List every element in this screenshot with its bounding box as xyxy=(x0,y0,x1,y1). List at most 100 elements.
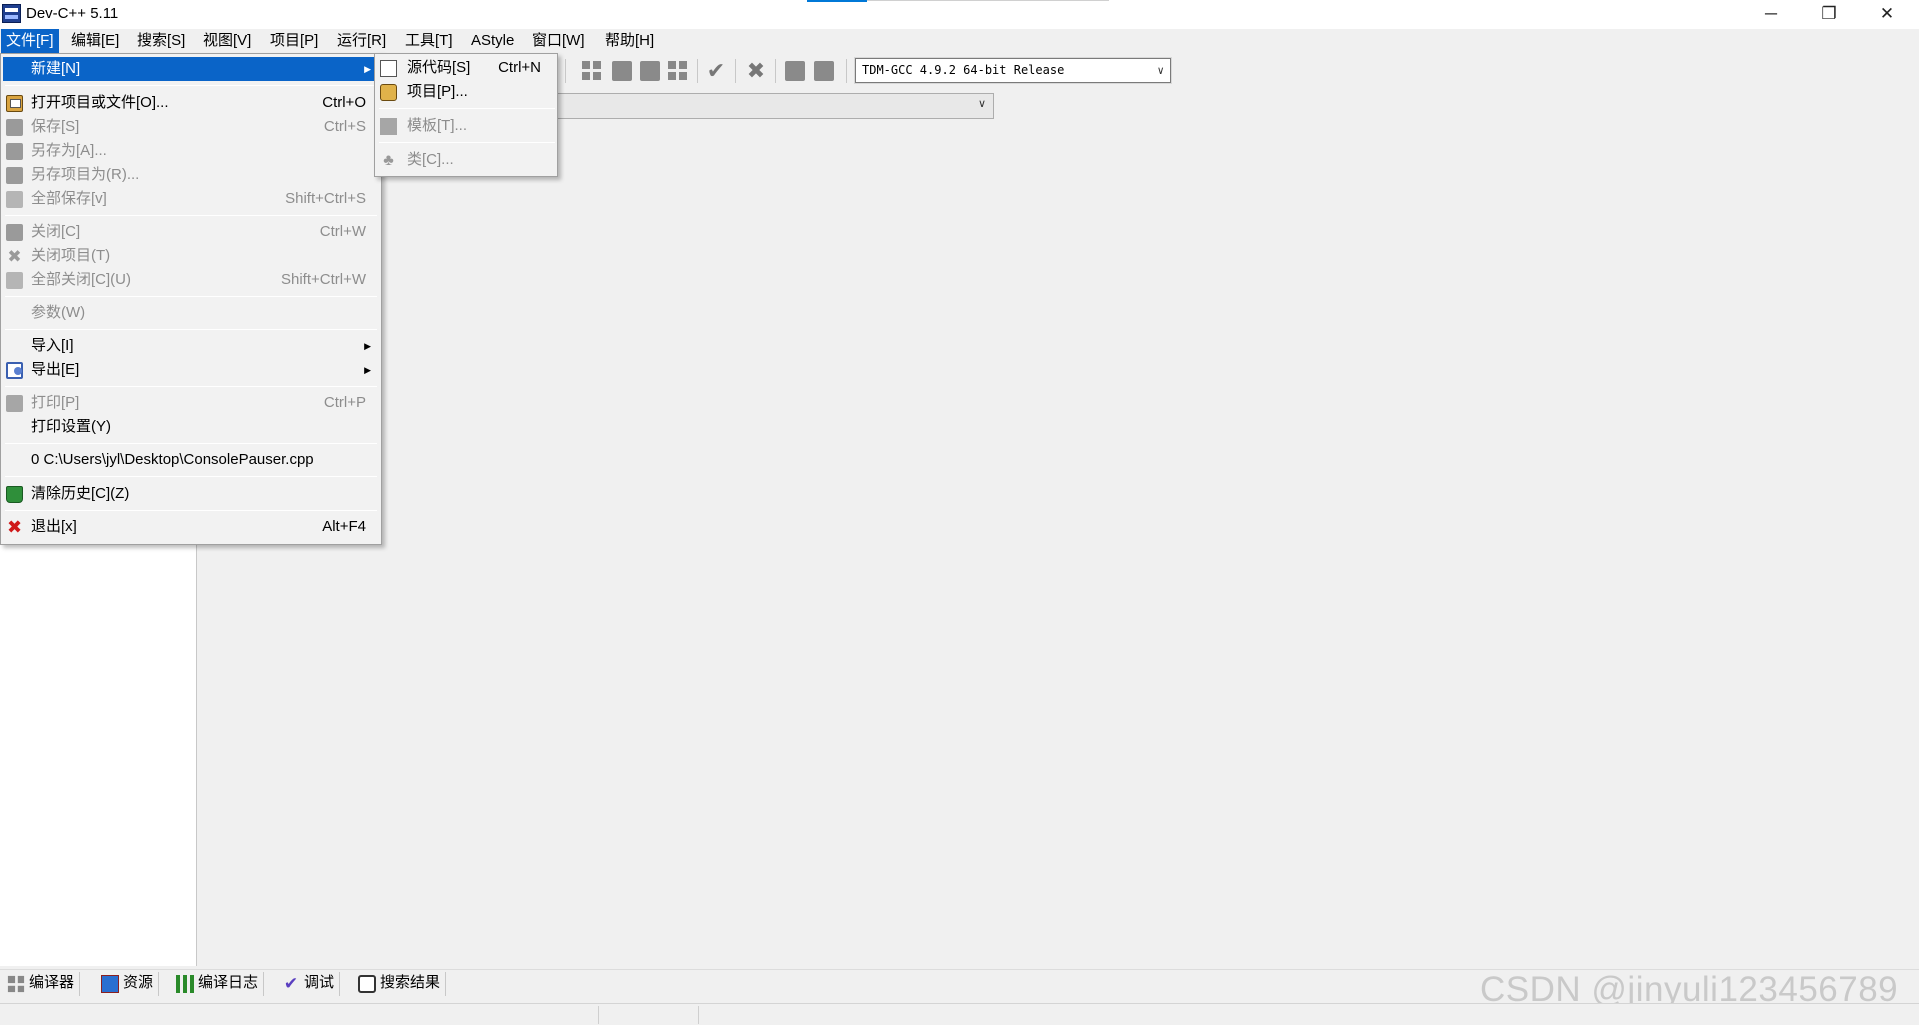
profile-icon[interactable] xyxy=(785,61,805,81)
save-project-as-icon xyxy=(6,167,23,184)
menu-separator xyxy=(5,443,377,444)
close-project-icon: ✖ xyxy=(7,247,22,266)
compile-log-icon xyxy=(176,975,194,993)
minimize-button[interactable]: ─ xyxy=(1742,0,1800,29)
delete-profile-icon[interactable] xyxy=(814,61,834,81)
tab-debug[interactable]: ✔ 调试 xyxy=(278,972,341,996)
compiler-select-value: TDM-GCC 4.9.2 64-bit Release xyxy=(862,63,1065,77)
title-accent-line xyxy=(807,0,867,2)
menu-item-recent-file[interactable]: 0 C:\Users\jyl\Desktop\ConsolePauser.cpp xyxy=(3,448,379,472)
menu-separator xyxy=(5,329,377,330)
template-icon xyxy=(380,118,397,135)
compiler-select[interactable]: TDM-GCC 4.9.2 64-bit Release ∨ xyxy=(854,57,1172,84)
menu-item-new-class[interactable]: ♣ 类[C]... xyxy=(377,148,555,172)
menu-item-new[interactable]: 新建[N] ▶ xyxy=(3,57,379,81)
menu-search[interactable]: 搜索[S] xyxy=(132,29,190,53)
menu-window[interactable]: 窗口[W] xyxy=(527,29,590,53)
menu-item-save-as[interactable]: 另存为[A]... xyxy=(3,139,379,163)
chevron-down-icon: ∨ xyxy=(1157,64,1164,77)
menu-item-close-project[interactable]: ✖ 关闭项目(T) xyxy=(3,244,379,268)
menu-project[interactable]: 项目[P] xyxy=(265,29,323,53)
menu-bar: 文件[F] 编辑[E] 搜索[S] 视图[V] 项目[P] 运行[R] 工具[T… xyxy=(0,29,1919,53)
menu-separator xyxy=(379,108,555,109)
menu-view[interactable]: 视图[V] xyxy=(198,29,256,53)
close-button[interactable]: ✕ xyxy=(1858,0,1916,29)
menu-separator xyxy=(5,85,377,86)
tab-compile-log[interactable]: 编译日志 xyxy=(172,972,265,996)
menu-item-parameters[interactable]: 参数(W) xyxy=(3,301,379,325)
syntax-check-icon[interactable]: ✔ xyxy=(706,60,726,82)
menu-separator xyxy=(5,386,377,387)
save-as-icon xyxy=(6,143,23,160)
tab-search-results[interactable]: 搜索结果 xyxy=(354,972,447,996)
toolbar-separator xyxy=(697,59,698,83)
print-icon xyxy=(6,395,23,412)
menu-item-import[interactable]: 导入[I] ▶ xyxy=(3,334,379,358)
tab-resources-label: 资源 xyxy=(123,974,154,991)
menu-separator xyxy=(5,215,377,216)
tab-debug-label: 调试 xyxy=(304,974,335,991)
menu-help[interactable]: 帮助[H] xyxy=(600,29,659,53)
status-bar xyxy=(0,1003,1919,1025)
menu-separator xyxy=(379,142,555,143)
menu-item-clear-history[interactable]: 清除历史[C](Z) xyxy=(3,482,379,506)
clear-history-icon xyxy=(6,486,23,503)
class-scope-select[interactable]: ∨ xyxy=(554,93,994,119)
compile-icon[interactable] xyxy=(582,61,602,81)
menu-item-print[interactable]: 打印[P] Ctrl+P xyxy=(3,391,379,415)
run-icon[interactable] xyxy=(612,61,632,81)
maximize-button[interactable]: ❐ xyxy=(1800,0,1858,29)
tab-compile-log-label: 编译日志 xyxy=(198,974,259,991)
resources-icon xyxy=(101,975,119,993)
menu-item-print-setup[interactable]: 打印设置(Y) xyxy=(3,415,379,439)
open-icon xyxy=(6,95,23,112)
toolbar-separator xyxy=(735,59,736,83)
source-file-icon xyxy=(380,60,397,77)
menu-run[interactable]: 运行[R] xyxy=(332,29,391,53)
menu-separator xyxy=(5,510,377,511)
menu-item-close[interactable]: 关闭[C] Ctrl+W xyxy=(3,220,379,244)
menu-separator xyxy=(5,296,377,297)
menu-item-exit[interactable]: ✖ 退出[x] Alt+F4 xyxy=(3,515,379,539)
menu-item-new-project[interactable]: 项目[P]... xyxy=(377,80,555,104)
status-separator xyxy=(698,1006,699,1024)
menu-edit[interactable]: 编辑[E] xyxy=(66,29,124,53)
debug-icon: ✔ xyxy=(283,974,299,993)
rebuild-all-icon[interactable] xyxy=(668,61,688,81)
tab-compiler[interactable]: 编译器 xyxy=(3,972,81,996)
stop-execution-icon[interactable]: ✖ xyxy=(746,60,766,82)
class-icon: ♣ xyxy=(383,152,394,169)
tab-search-results-label: 搜索结果 xyxy=(380,974,441,991)
menu-file[interactable]: 文件[F] xyxy=(1,29,59,53)
menu-item-save[interactable]: 保存[S] Ctrl+S xyxy=(3,115,379,139)
menu-item-close-all[interactable]: 全部关闭[C](U) Shift+Ctrl+W xyxy=(3,268,379,292)
submenu-arrow-icon: ▶ xyxy=(364,365,371,375)
menu-astyle[interactable]: AStyle xyxy=(466,29,519,53)
close-file-icon xyxy=(6,224,23,241)
chevron-down-icon: ∨ xyxy=(977,98,986,110)
menu-tools[interactable]: 工具[T] xyxy=(400,29,458,53)
tab-resources[interactable]: 资源 xyxy=(97,972,160,996)
search-results-icon xyxy=(358,975,376,993)
exit-icon: ✖ xyxy=(6,517,23,537)
menu-item-new-template[interactable]: 模板[T]... xyxy=(377,114,555,138)
menu-item-open[interactable]: 打开项目或文件[O]... Ctrl+O xyxy=(3,91,379,115)
compile-run-icon[interactable] xyxy=(640,61,660,81)
menu-item-new-source[interactable]: 源代码[S] Ctrl+N xyxy=(377,56,555,80)
save-icon xyxy=(6,119,23,136)
menu-item-export[interactable]: 导出[E] ▶ xyxy=(3,358,379,382)
compiler-icon xyxy=(7,975,25,993)
close-all-icon xyxy=(6,272,23,289)
toolbar-separator xyxy=(846,59,847,83)
tab-compiler-label: 编译器 xyxy=(29,974,75,991)
editor-area[interactable] xyxy=(198,123,1919,966)
project-icon xyxy=(380,84,397,101)
menu-item-save-all[interactable]: 全部保存[v] Shift+Ctrl+S xyxy=(3,187,379,211)
menu-item-save-project-as[interactable]: 另存项目为(R)... xyxy=(3,163,379,187)
submenu-arrow-icon: ▶ xyxy=(364,341,371,351)
toolbar-separator xyxy=(565,59,566,83)
menu-separator xyxy=(5,476,377,477)
app-icon xyxy=(2,4,21,23)
new-submenu-dropdown: 源代码[S] Ctrl+N 项目[P]... 模板[T]... ♣ 类[C]..… xyxy=(374,53,558,177)
toolbar-separator xyxy=(775,59,776,83)
